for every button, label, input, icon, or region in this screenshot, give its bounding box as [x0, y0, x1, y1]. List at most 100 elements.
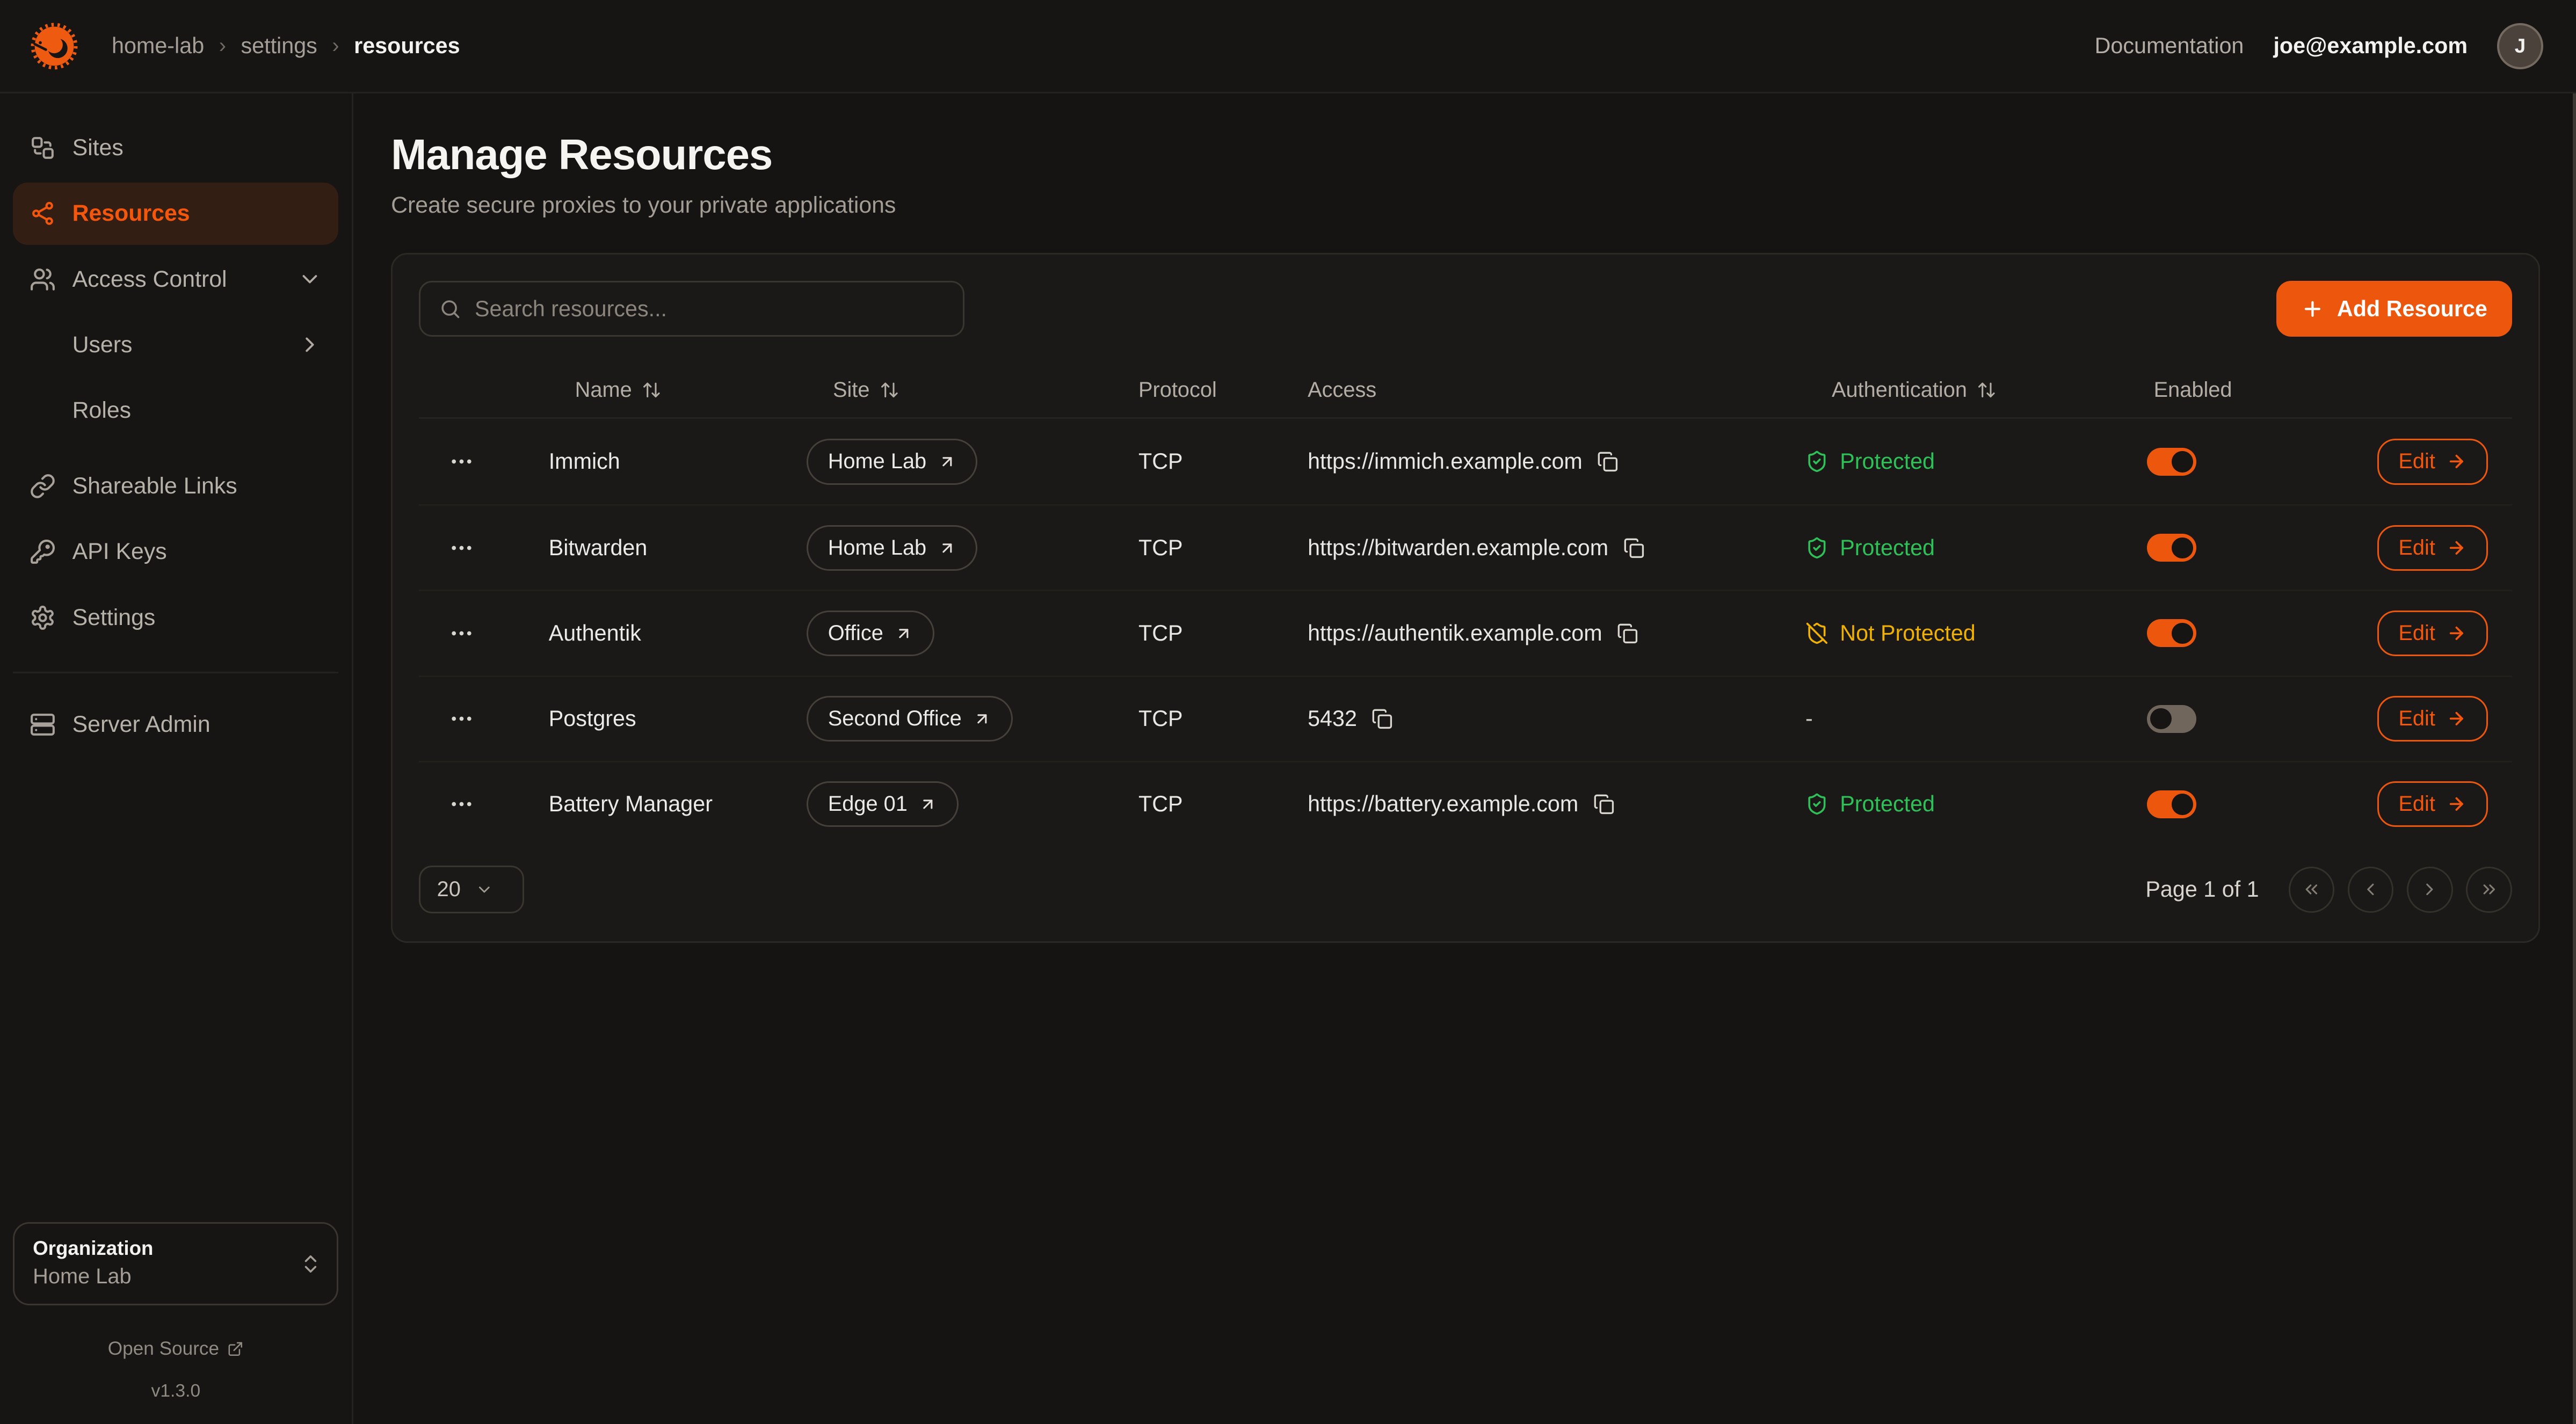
copy-button[interactable] — [1623, 537, 1645, 559]
edit-button[interactable]: Edit — [2377, 696, 2488, 742]
protocol-value: TCP — [1138, 706, 1308, 731]
copy-icon — [1623, 537, 1645, 559]
users-icon — [30, 266, 56, 293]
site-link[interactable]: Home Lab — [807, 525, 977, 571]
arrow-right-icon — [2447, 623, 2466, 643]
edit-button[interactable]: Edit — [2377, 525, 2488, 571]
chevron-right-icon — [2420, 880, 2440, 899]
copy-button[interactable] — [1617, 623, 1638, 644]
toggle-knob — [2172, 794, 2193, 815]
copy-button[interactable] — [1593, 794, 1615, 815]
sort-icon — [880, 380, 899, 400]
search-box — [419, 281, 964, 337]
pagination: 20 Page 1 of 1 — [419, 866, 2512, 913]
copy-button[interactable] — [1597, 451, 1619, 473]
app-window: home-lab › settings › resources Document… — [0, 0, 2576, 1424]
enabled-toggle[interactable] — [2147, 534, 2196, 562]
access-url: https://battery.example.com — [1308, 791, 1578, 817]
scrollbar[interactable] — [2573, 93, 2576, 1424]
table-row: Postgres Second Office TCP 5432 - Edit — [419, 675, 2512, 761]
chevron-down-icon — [475, 881, 494, 899]
pangolin-logo-icon — [26, 18, 82, 74]
copy-icon — [1617, 623, 1638, 644]
next-page-button[interactable] — [2407, 867, 2453, 913]
sidebar-item-shareable-links[interactable]: Shareable Links — [13, 455, 338, 517]
chevron-right-icon — [297, 332, 322, 357]
copy-button[interactable] — [1372, 708, 1393, 730]
access-port: 5432 — [1308, 706, 1357, 731]
enabled-toggle[interactable] — [2147, 448, 2196, 476]
row-menu-button[interactable] — [448, 448, 475, 475]
sidebar-item-api-keys[interactable]: API Keys — [13, 521, 338, 583]
column-header-name[interactable]: Name — [549, 378, 807, 402]
last-page-button[interactable] — [2466, 867, 2512, 913]
avatar[interactable]: J — [2497, 23, 2543, 69]
enabled-toggle[interactable] — [2147, 705, 2196, 733]
main-content: Manage Resources Create secure proxies t… — [355, 93, 2576, 1424]
auth-status: Protected — [1805, 791, 2147, 817]
chevron-left-icon — [2361, 880, 2381, 899]
organization-selector[interactable]: Organization Home Lab — [13, 1222, 338, 1305]
arrow-up-right-icon — [938, 539, 956, 557]
auth-status: Protected — [1805, 535, 2147, 561]
toggle-knob — [2150, 708, 2172, 730]
breadcrumb-separator: › — [332, 34, 339, 58]
enabled-toggle[interactable] — [2147, 619, 2196, 647]
sidebar-item-label: Roles — [72, 397, 132, 424]
organization-value: Home Lab — [33, 1265, 294, 1289]
sidebar-item-resources[interactable]: Resources — [13, 183, 338, 245]
copy-icon — [1372, 708, 1393, 730]
first-page-button[interactable] — [2289, 867, 2335, 913]
resource-name: Authentik — [549, 621, 807, 646]
sidebar-item-sites[interactable]: Sites — [13, 117, 338, 179]
topbar: home-lab › settings › resources Document… — [0, 0, 2576, 93]
gear-icon — [30, 605, 56, 631]
edit-button[interactable]: Edit — [2377, 439, 2488, 485]
row-menu-button[interactable] — [448, 791, 475, 817]
edit-button[interactable]: Edit — [2377, 611, 2488, 657]
toggle-knob — [2172, 537, 2193, 559]
protocol-value: TCP — [1138, 621, 1308, 646]
column-header-enabled: Enabled — [2147, 378, 2377, 402]
site-link[interactable]: Second Office — [807, 696, 1013, 742]
arrow-right-icon — [2447, 794, 2466, 814]
documentation-link[interactable]: Documentation — [2095, 33, 2244, 59]
sidebar-item-roles[interactable]: Roles — [13, 380, 338, 442]
breadcrumb-org[interactable]: home-lab — [112, 33, 204, 59]
edit-button[interactable]: Edit — [2377, 781, 2488, 827]
breadcrumb-settings[interactable]: settings — [241, 33, 317, 59]
external-link-icon — [227, 1341, 244, 1357]
breadcrumb-resources[interactable]: resources — [354, 33, 460, 59]
site-link[interactable]: Edge 01 — [807, 781, 959, 827]
column-header-authentication[interactable]: Authentication — [1805, 378, 2147, 402]
row-menu-button[interactable] — [448, 620, 475, 646]
previous-page-button[interactable] — [2348, 867, 2394, 913]
sidebar-item-users[interactable]: Users — [13, 314, 338, 376]
version-label: v1.3.0 — [13, 1381, 338, 1401]
user-email[interactable]: joe@example.com — [2273, 33, 2468, 59]
row-menu-button[interactable] — [448, 535, 475, 561]
auth-status: Not Protected — [1805, 621, 2147, 646]
page-size-select[interactable]: 20 — [419, 866, 524, 913]
sidebar-item-access-control[interactable]: Access Control — [13, 248, 338, 310]
access-url: https://immich.example.com — [1308, 449, 1583, 474]
sidebar-item-settings[interactable]: Settings — [13, 586, 338, 649]
resources-icon — [30, 200, 56, 227]
open-source-link[interactable]: Open Source — [13, 1338, 338, 1360]
sidebar-item-server-admin[interactable]: Server Admin — [13, 693, 338, 755]
row-menu-button[interactable] — [448, 706, 475, 732]
page-subtitle: Create secure proxies to your private ap… — [391, 192, 2540, 219]
access-url: https://authentik.example.com — [1308, 621, 1602, 646]
add-resource-button[interactable]: Add Resource — [2276, 281, 2512, 337]
enabled-toggle[interactable] — [2147, 790, 2196, 818]
arrow-right-icon — [2447, 452, 2466, 471]
site-link[interactable]: Office — [807, 611, 934, 657]
table-row: Immich Home Lab TCP https://immich.examp… — [419, 419, 2512, 504]
search-input[interactable] — [475, 296, 945, 322]
copy-icon — [1593, 794, 1615, 815]
site-link[interactable]: Home Lab — [807, 439, 977, 485]
sidebar-item-label: Settings — [72, 605, 156, 631]
column-header-site[interactable]: Site — [807, 378, 1138, 402]
breadcrumb-separator: › — [219, 34, 226, 58]
table-row: Authentik Office TCP https://authentik.e… — [419, 590, 2512, 675]
